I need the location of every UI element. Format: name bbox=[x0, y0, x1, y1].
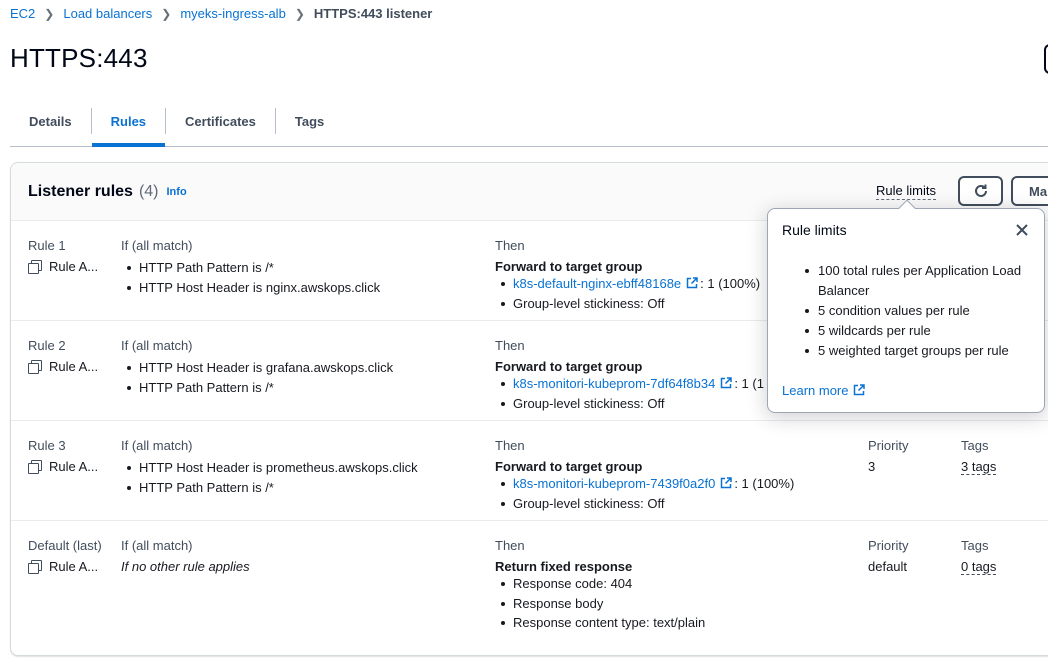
target-weight: : 1 (1 bbox=[734, 376, 764, 391]
rule-name: Rule 3 bbox=[28, 438, 66, 453]
info-link[interactable]: Info bbox=[167, 186, 187, 198]
condition: HTTP Path Pattern is /* bbox=[121, 478, 418, 498]
action-title: Forward to target group bbox=[495, 359, 643, 374]
rule-limits-list: 100 total rules per Application Load Bal… bbox=[782, 261, 1030, 361]
listener-rules-title: Listener rules bbox=[28, 182, 133, 200]
default-condition: If no other rule applies bbox=[121, 559, 250, 574]
copy-icon[interactable] bbox=[28, 460, 42, 474]
chevron-right-icon: ❯ bbox=[294, 6, 305, 21]
tab-certificates[interactable]: Certificates bbox=[166, 96, 275, 146]
rules-count: (4) bbox=[138, 182, 159, 200]
response-detail: Response body bbox=[495, 594, 705, 614]
external-link-icon[interactable] bbox=[686, 277, 698, 289]
if-label: If (all match) bbox=[121, 438, 193, 453]
copy-icon[interactable] bbox=[28, 360, 42, 374]
stickiness: Group-level stickiness: Off bbox=[495, 294, 760, 314]
close-icon[interactable] bbox=[1014, 222, 1030, 238]
rule-limit-item: 5 condition values per rule bbox=[802, 301, 1030, 321]
rule-arn: Rule A... bbox=[49, 559, 99, 574]
breadcrumb-current: HTTPS:443 listener bbox=[313, 6, 433, 21]
external-link-icon[interactable] bbox=[720, 377, 733, 389]
rule-limits-link[interactable]: Rule limits bbox=[876, 183, 936, 200]
stickiness: Group-level stickiness: Off bbox=[495, 394, 764, 414]
copy-icon[interactable] bbox=[28, 260, 42, 274]
condition: HTTP Path Pattern is /* bbox=[121, 378, 393, 398]
rule-arn: Rule A... bbox=[49, 259, 99, 274]
refresh-button[interactable] bbox=[958, 176, 1003, 206]
action-title: Forward to target group bbox=[495, 459, 643, 474]
condition: HTTP Host Header is prometheus.awskops.c… bbox=[121, 458, 418, 478]
tags-link[interactable]: 3 tags bbox=[961, 459, 997, 475]
tab-bar: Details Rules Certificates Tags bbox=[10, 96, 1048, 147]
action-title: Forward to target group bbox=[495, 259, 643, 274]
then-label: Then bbox=[495, 438, 525, 453]
copy-icon[interactable] bbox=[28, 560, 42, 574]
rule-name: Rule 1 bbox=[28, 238, 66, 253]
response-detail: Response content type: text/plain bbox=[495, 613, 705, 633]
page-title: HTTPS:443 bbox=[10, 43, 148, 73]
refresh-icon bbox=[974, 184, 987, 197]
breadcrumb-load-balancer[interactable]: myeks-ingress-alb bbox=[180, 6, 285, 21]
action-title: Return fixed response bbox=[495, 559, 633, 574]
target-weight: : 1 (100%) bbox=[700, 276, 761, 291]
condition: HTTP Path Pattern is /* bbox=[121, 258, 380, 278]
breadcrumb-load-balancers[interactable]: Load balancers bbox=[63, 6, 152, 21]
then-label: Then bbox=[495, 238, 525, 253]
if-label: If (all match) bbox=[121, 238, 193, 253]
rule-row: Rule 3 Rule A... If (all match) HTTP Hos… bbox=[11, 421, 1048, 521]
popover-title: Rule limits bbox=[782, 222, 847, 238]
priority-value: default bbox=[868, 559, 908, 574]
tab-rules[interactable]: Rules bbox=[91, 96, 166, 147]
target-group-item: k8s-monitori-kubeprom-7439f0a2f0 : 1 (100… bbox=[495, 474, 794, 494]
rule-limit-item: 100 total rules per Application Load Bal… bbox=[802, 261, 1030, 301]
target-group-link[interactable]: k8s-monitori-kubeprom-7df64f8b34 bbox=[513, 376, 715, 391]
condition: HTTP Host Header is nginx.awskops.click bbox=[121, 278, 380, 298]
target-group-link[interactable]: k8s-default-nginx-ebff48168e bbox=[513, 276, 681, 291]
then-label: Then bbox=[495, 338, 525, 353]
tab-tags[interactable]: Tags bbox=[276, 96, 343, 146]
tags-link[interactable]: 0 tags bbox=[961, 559, 997, 575]
chevron-right-icon: ❯ bbox=[161, 6, 172, 21]
rule-limit-item: 5 wildcards per rule bbox=[802, 321, 1030, 341]
condition: HTTP Host Header is grafana.awskops.clic… bbox=[121, 358, 393, 378]
stickiness: Group-level stickiness: Off bbox=[495, 494, 794, 514]
rule-name: Rule 2 bbox=[28, 338, 66, 353]
target-group-item: k8s-default-nginx-ebff48168e : 1 (100%) bbox=[495, 274, 760, 294]
target-group-link[interactable]: k8s-monitori-kubeprom-7439f0a2f0 bbox=[513, 476, 715, 491]
then-label: Then bbox=[495, 538, 525, 553]
actions-button[interactable] bbox=[1044, 44, 1048, 74]
tags-label: Tags bbox=[961, 438, 989, 453]
priority-label: Priority bbox=[868, 538, 909, 553]
breadcrumb-ec2[interactable]: EC2 bbox=[10, 6, 35, 21]
if-label: If (all match) bbox=[121, 338, 193, 353]
learn-more-label: Learn more bbox=[782, 383, 849, 398]
rule-row: Default (last) Rule A... If (all match) … bbox=[11, 521, 1048, 655]
priority-label: Priority bbox=[868, 438, 909, 453]
target-weight: : 1 (100%) bbox=[734, 476, 795, 491]
breadcrumb: EC2 ❯ Load balancers ❯ myeks-ingress-alb… bbox=[10, 6, 432, 21]
response-detail: Response code: 404 bbox=[495, 574, 705, 594]
rule-limits-popover: Rule limits 100 total rules per Applicat… bbox=[767, 199, 1045, 413]
rule-name: Default (last) bbox=[28, 538, 102, 553]
manage-rules-button[interactable]: Ma bbox=[1011, 176, 1048, 206]
external-link-icon[interactable] bbox=[720, 477, 733, 489]
rule-limit-item: 5 weighted target groups per rule bbox=[802, 341, 1030, 361]
priority-value: 3 bbox=[868, 459, 876, 474]
chevron-right-icon: ❯ bbox=[44, 6, 55, 21]
external-link-icon bbox=[854, 384, 866, 396]
tab-details[interactable]: Details bbox=[10, 96, 91, 146]
rule-arn: Rule A... bbox=[49, 459, 99, 474]
if-label: If (all match) bbox=[121, 538, 193, 553]
tags-label: Tags bbox=[961, 538, 989, 553]
target-group-item: k8s-monitori-kubeprom-7df64f8b34 : 1 (1 bbox=[495, 374, 764, 394]
learn-more-link[interactable]: Learn more bbox=[782, 383, 867, 398]
rule-arn: Rule A... bbox=[49, 359, 99, 374]
